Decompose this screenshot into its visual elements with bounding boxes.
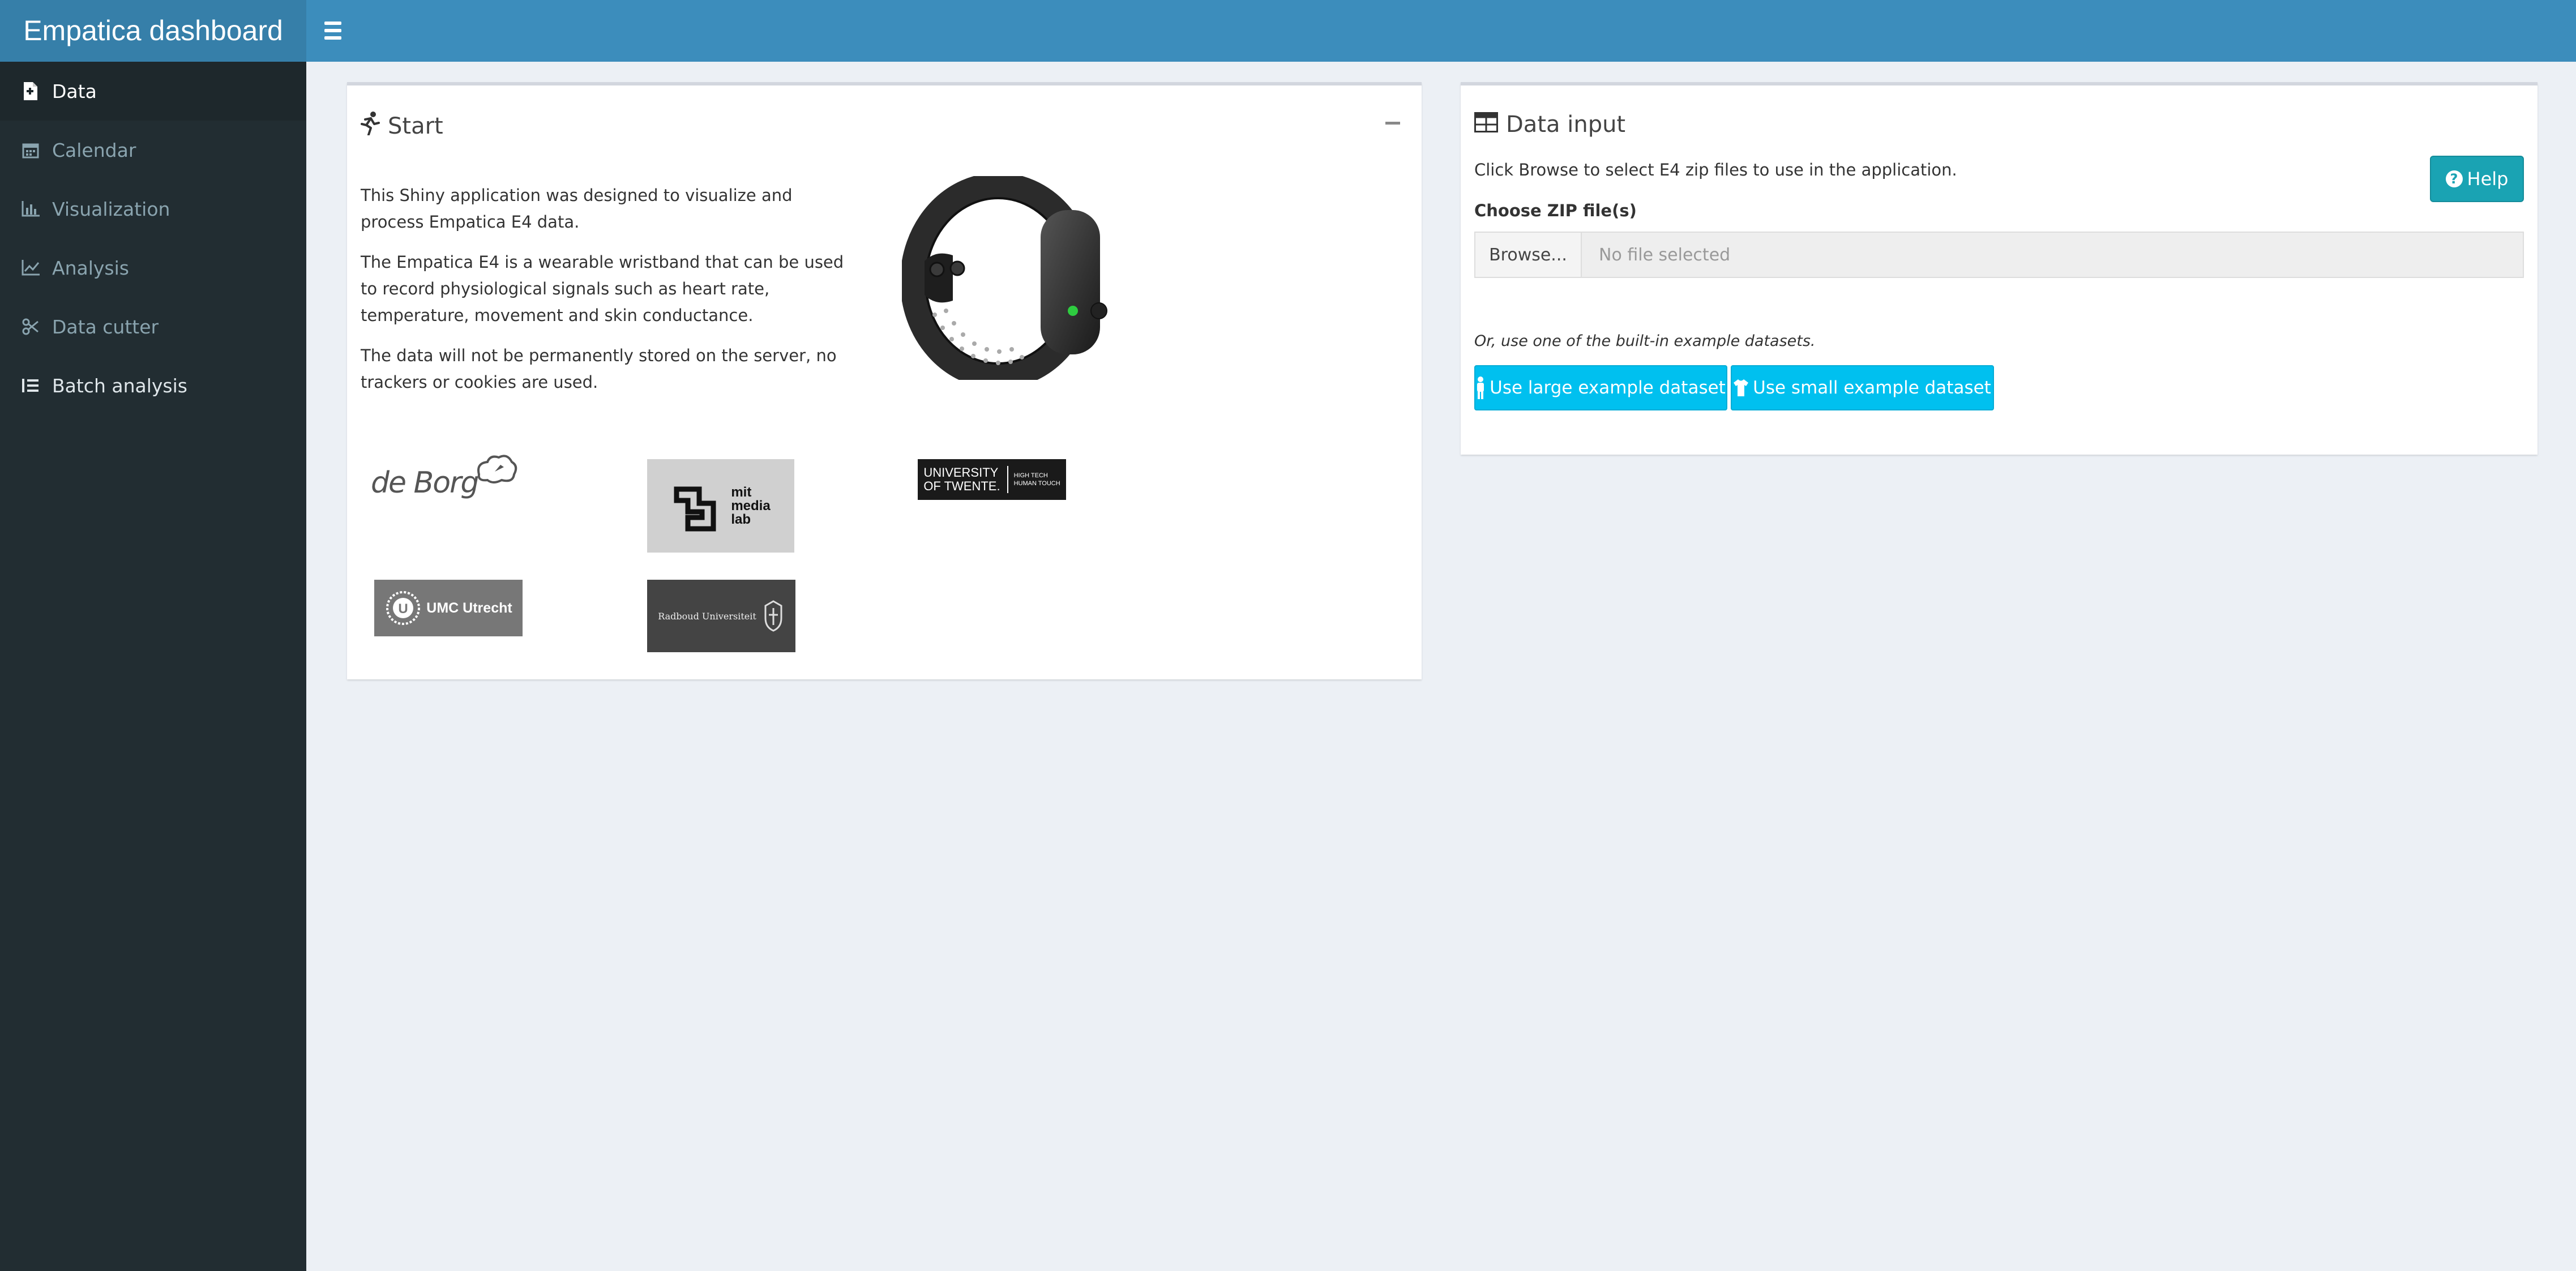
top-navbar bbox=[306, 0, 2576, 62]
app-title[interactable]: Empatica dashboard bbox=[0, 0, 306, 62]
browse-instructions: Click Browse to select E4 zip files to u… bbox=[1474, 160, 1957, 179]
running-icon bbox=[361, 112, 380, 140]
sidebar-item-data-cutter[interactable]: Data cutter bbox=[0, 297, 306, 356]
question-circle-icon: ? bbox=[2445, 170, 2463, 187]
start-box: Start This Shiny application was designe… bbox=[347, 82, 1422, 679]
file-icon bbox=[20, 81, 41, 101]
sidebar-item-calendar[interactable]: Calendar bbox=[0, 121, 306, 179]
privacy-paragraph: The data will not be permanently stored … bbox=[361, 346, 837, 392]
line-chart-icon bbox=[20, 258, 41, 278]
umc-utrecht-logo: U UMC Utrecht bbox=[374, 580, 523, 636]
radboud-universiteit-logo: Radboud Universiteit bbox=[647, 580, 795, 652]
data-input-box: Data input Click Browse to select E4 zip… bbox=[1461, 82, 2538, 455]
svg-text:U: U bbox=[399, 601, 408, 617]
male-icon bbox=[1476, 376, 1485, 399]
mit-media-lab-logo: mit media lab bbox=[647, 459, 794, 553]
sidebar-item-visualization[interactable]: Visualization bbox=[0, 179, 306, 238]
sidebar-item-label: Analysis bbox=[52, 256, 129, 279]
sidebar-item-label: Data cutter bbox=[52, 315, 159, 338]
sidebar: Data Calendar Visualization Analysis Dat… bbox=[0, 62, 306, 1271]
start-box-title: Start bbox=[361, 112, 443, 140]
calendar-icon bbox=[20, 140, 41, 160]
sidebar-item-label: Batch analysis bbox=[52, 374, 187, 397]
sidebar-item-data[interactable]: Data bbox=[0, 62, 306, 121]
collapse-button[interactable] bbox=[1384, 112, 1401, 134]
scissors-icon bbox=[20, 316, 41, 337]
file-name-display[interactable]: No file selected bbox=[1582, 232, 2524, 278]
table-icon bbox=[1474, 112, 1498, 138]
file-input-label: Choose ZIP file(s) bbox=[1474, 201, 1637, 220]
zip-file-input[interactable]: Browse... No file selected bbox=[1474, 232, 2524, 278]
intro-paragraph: This Shiny application was designed to v… bbox=[361, 186, 793, 232]
use-small-example-button[interactable]: Use small example dataset bbox=[1731, 365, 1994, 410]
sidebar-toggle-button[interactable] bbox=[324, 17, 349, 44]
list-icon bbox=[20, 375, 41, 396]
use-large-example-button[interactable]: Use large example dataset bbox=[1474, 365, 1727, 410]
description-paragraph: The Empatica E4 is a wearable wristband … bbox=[361, 253, 844, 325]
bar-chart-icon bbox=[20, 199, 41, 219]
deborg-logo: de Borg bbox=[371, 455, 524, 511]
sidebar-item-analysis[interactable]: Analysis bbox=[0, 238, 306, 297]
browse-button[interactable]: Browse... bbox=[1474, 232, 1582, 278]
tshirt-icon bbox=[1734, 379, 1749, 396]
help-button[interactable]: ? Help bbox=[2430, 156, 2524, 202]
data-input-box-title: Data input bbox=[1474, 112, 1625, 138]
sidebar-item-label: Calendar bbox=[52, 139, 136, 161]
example-datasets-text: Or, use one of the built-in example data… bbox=[1474, 332, 1816, 350]
sidebar-item-label: Visualization bbox=[52, 198, 170, 220]
e4-wristband-image bbox=[902, 176, 1117, 380]
university-of-twente-logo: UNIVERSITY OF TWENTE. HIGH TECH HUMAN TO… bbox=[918, 459, 1066, 500]
hamburger-icon bbox=[324, 22, 341, 25]
sidebar-item-label: Data bbox=[52, 80, 97, 102]
sidebar-item-batch-analysis[interactable]: Batch analysis bbox=[0, 356, 306, 415]
minus-icon bbox=[1385, 121, 1400, 125]
